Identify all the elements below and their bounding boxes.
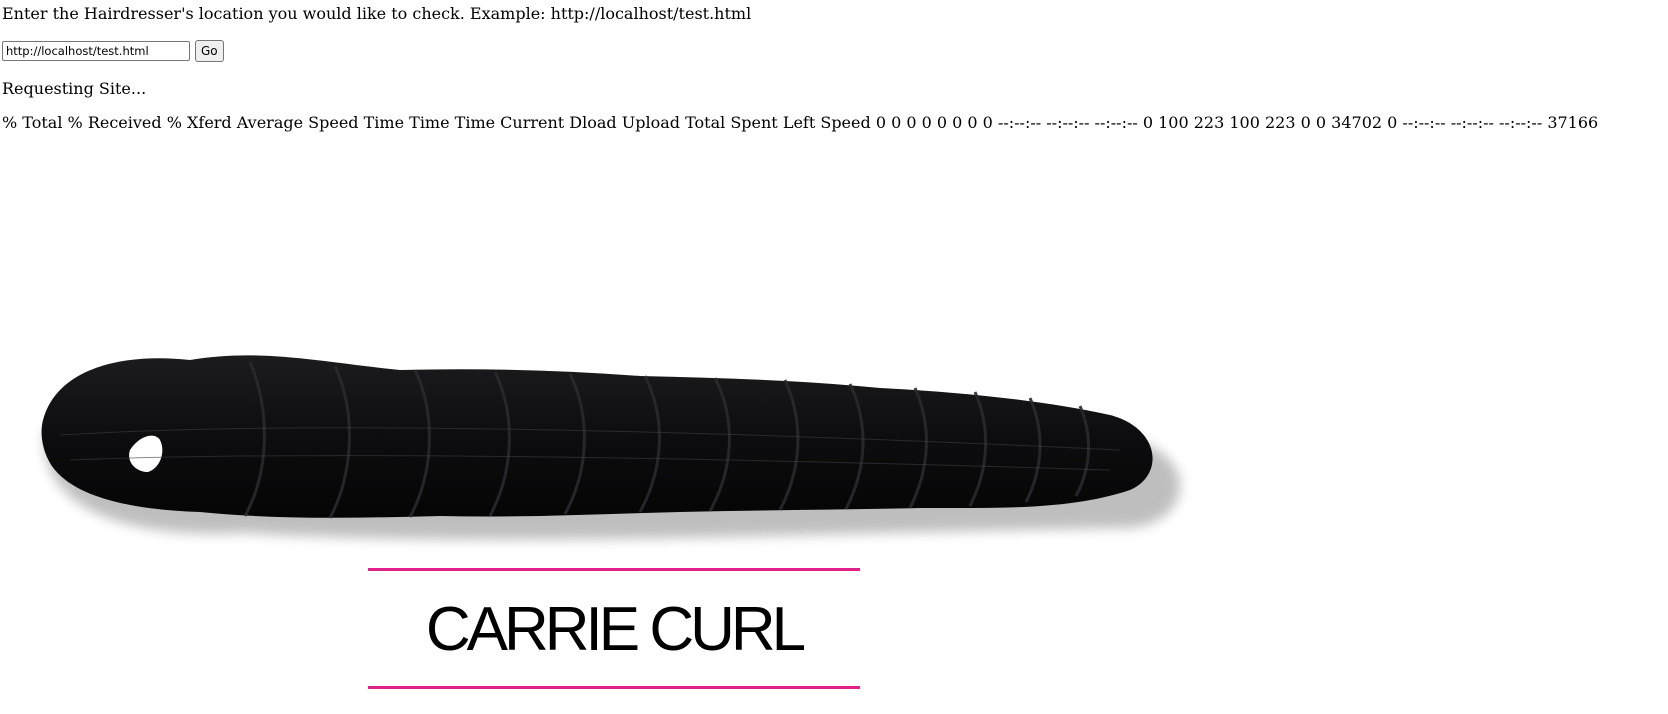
status-text: Requesting Site...: [2, 79, 147, 98]
go-button[interactable]: Go: [195, 40, 224, 62]
product-title: CARRIE CURL: [425, 595, 806, 664]
curl-progress-output: % Total % Received % Xferd Average Speed…: [2, 113, 1599, 132]
brand-divider-bottom: [368, 686, 860, 689]
hair-product-image: [41, 355, 1181, 540]
instruction-text: Enter the Hairdresser's location you wou…: [2, 4, 752, 23]
url-input[interactable]: [2, 41, 190, 61]
brand-divider-top: [368, 568, 860, 571]
url-check-form: Go: [2, 40, 224, 62]
